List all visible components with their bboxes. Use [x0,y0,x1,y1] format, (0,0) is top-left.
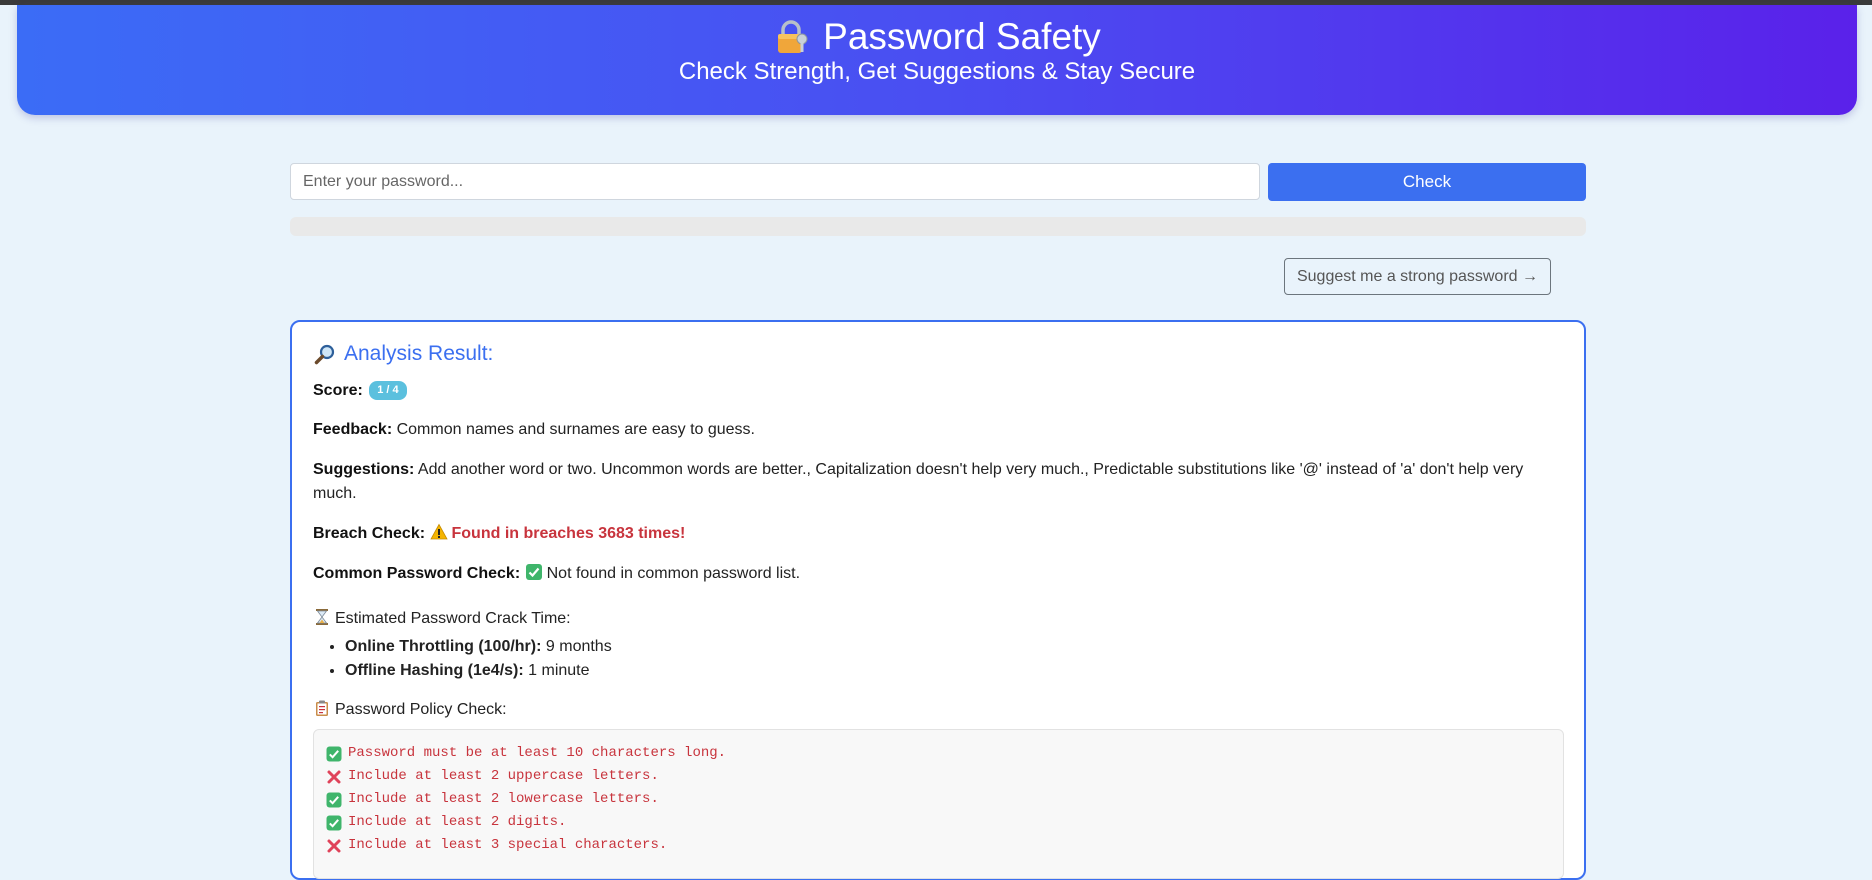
feedback-label: Feedback: [313,421,393,438]
common-password-text: Not found in common password list. [546,565,801,582]
policy-heading: Password Policy Check: [313,698,1563,722]
breach-label: Breach Check: [313,525,426,542]
policy-item: Include at least 2 digits. [326,811,1551,834]
feedback-row: Feedback: Common names and surnames are … [313,418,1563,442]
common-password-label: Common Password Check: [313,565,521,582]
crack-time-heading: Estimated Password Crack Time: [313,607,1563,631]
policy-item: Include at least 2 lowercase letters. [326,788,1551,811]
analysis-heading-text: Analysis Result: [344,342,494,365]
analysis-heading: Analysis Result: [314,342,493,366]
common-password-row: Common Password Check: Not found in comm… [313,562,1563,586]
check-mark-icon [326,746,342,762]
crack-time-value: 1 minute [528,662,590,679]
policy-item-text: Include at least 2 digits. [348,814,567,830]
policy-item: Include at least 2 uppercase letters. [326,765,1551,788]
crack-time-item: Offline Hashing (1e4/s): 1 minute [345,659,612,683]
policy-item: Include at least 3 special characters. [326,834,1551,857]
policy-item: Password must be at least 10 characters … [326,742,1551,765]
warning-icon [429,523,448,540]
crack-time-label: Online Throttling (100/hr): [345,638,542,655]
score-badge: 1 / 4 [369,381,407,400]
feedback-text: Common names and surnames are easy to gu… [396,421,755,438]
page-subtitle: Check Strength, Get Suggestions & Stay S… [678,58,1196,85]
policy-heading-text: Password Policy Check: [335,701,507,718]
policy-item-text: Include at least 3 special characters. [348,837,668,853]
hourglass-icon [316,609,328,625]
crack-time-label: Offline Hashing (1e4/s): [345,662,524,679]
suggestions-label: Suggestions: [313,461,415,478]
crack-time-heading-text: Estimated Password Crack Time: [335,610,571,627]
cross-mark-icon [326,838,342,854]
page-title-row: Password Safety [17,11,1857,63]
suggestions-text: Add another word or two. Uncommon words … [313,461,1524,502]
score-label: Score: [313,382,363,399]
policy-checklist: Password must be at least 10 characters … [313,729,1564,879]
analysis-result-panel: Analysis Result: Score: 1 / 4 Feedback: … [290,320,1586,880]
score-row: Score: 1 / 4 [313,379,1563,403]
policy-item-text: Include at least 2 uppercase letters. [348,768,659,784]
check-button[interactable]: Check [1268,163,1586,201]
crack-time-item: Online Throttling (100/hr): 9 months [345,635,612,659]
breach-row: Breach Check: Found in breaches 3683 tim… [313,522,1563,546]
check-mark-icon [326,815,342,831]
suggest-password-button[interactable]: Suggest me a strong password → [1284,258,1551,295]
cross-mark-icon [326,769,342,785]
page-header: Password Safety Check Strength, Get Sugg… [17,5,1857,115]
lock-key-icon [778,20,808,53]
crack-time-value: 9 months [545,638,612,655]
page-title: Password Safety [823,16,1101,57]
check-mark-icon [326,792,342,808]
check-mark-icon [525,564,542,580]
breach-text: Found in breaches 3683 times! [451,525,686,542]
crack-time-list: Online Throttling (100/hr): 9 months Off… [313,635,612,683]
suggestions-row: Suggestions: Add another word or two. Un… [313,458,1563,506]
password-input[interactable] [290,163,1260,200]
policy-item-text: Password must be at least 10 characters … [348,745,727,761]
magnifier-icon [314,344,335,365]
clipboard-icon [316,700,328,716]
policy-item-text: Include at least 2 lowercase letters. [348,791,659,807]
strength-meter [290,217,1586,236]
